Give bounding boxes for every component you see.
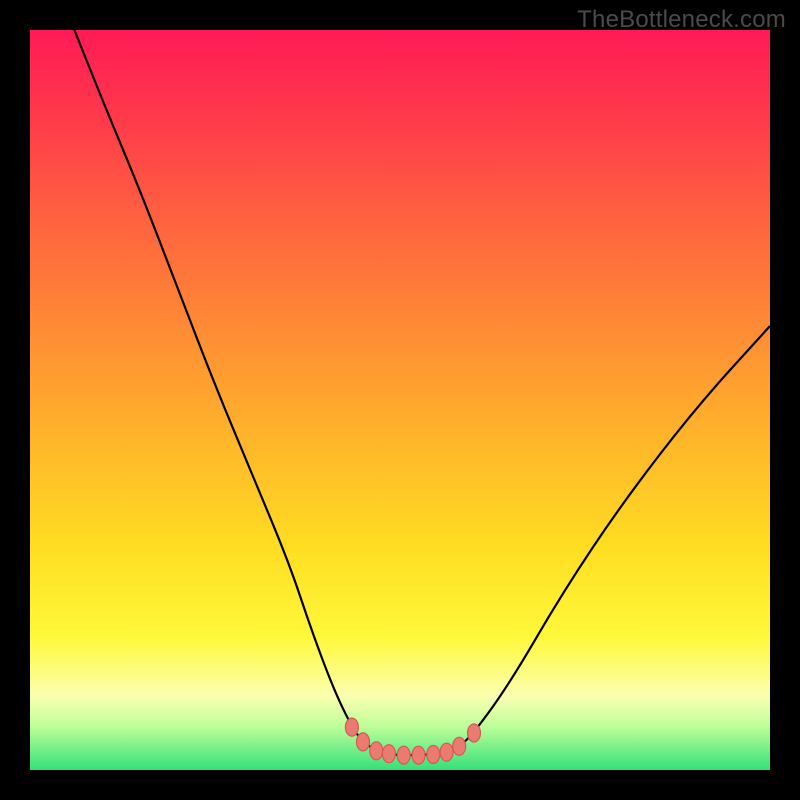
data-markers	[345, 718, 480, 764]
data-marker	[382, 745, 395, 763]
data-marker	[427, 746, 440, 764]
data-marker	[397, 746, 410, 764]
bottleneck-curve	[74, 30, 770, 755]
data-marker	[412, 746, 425, 764]
chart-frame: TheBottleneck.com	[0, 0, 800, 800]
data-marker	[357, 733, 370, 751]
data-marker	[370, 742, 383, 760]
data-marker	[345, 718, 358, 736]
curve-svg	[30, 30, 770, 770]
data-marker	[468, 724, 481, 742]
data-marker	[440, 743, 453, 761]
plot-area	[30, 30, 770, 770]
watermark-text: TheBottleneck.com	[577, 6, 786, 34]
data-marker	[453, 737, 466, 755]
